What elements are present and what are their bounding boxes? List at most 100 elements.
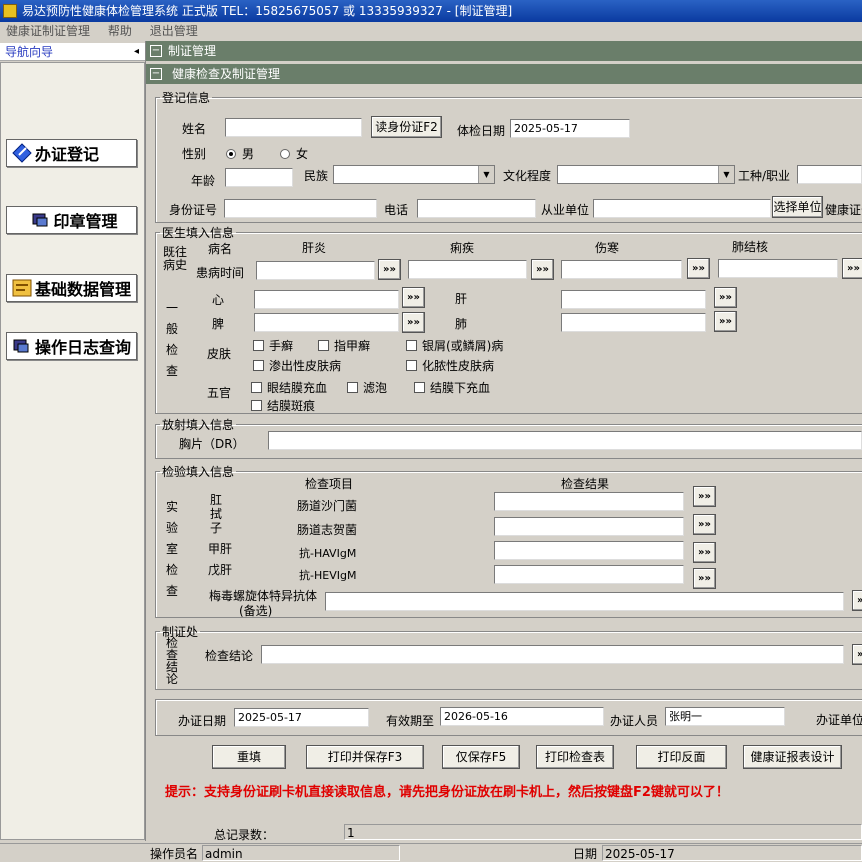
ethnic-select[interactable]: ▼ xyxy=(333,165,495,184)
education-select[interactable]: ▼ xyxy=(557,165,735,184)
menu-cert[interactable]: 健康证制证管理 xyxy=(6,24,90,38)
print-back-button[interactable]: 打印反面 xyxy=(636,745,727,769)
result-salmonella-input[interactable] xyxy=(494,492,684,511)
onset-tb-input[interactable] xyxy=(718,259,838,278)
more-button[interactable]: »» xyxy=(693,568,716,589)
checkbox-label: 手癣 xyxy=(269,339,294,353)
skin-onychomycosis-checkbox[interactable]: 指甲癣 xyxy=(318,337,370,354)
item-header: 检查项目 xyxy=(305,477,354,491)
log-icon xyxy=(11,336,33,356)
id-number-label: 身份证号 xyxy=(169,203,218,217)
onset-dysentery-input[interactable] xyxy=(408,260,527,279)
collapse-panel-icon[interactable]: − xyxy=(150,68,162,80)
date-value: 2025-05-17 xyxy=(602,845,862,861)
nav-header: 导航向导 ◂ xyxy=(0,43,145,61)
more-button[interactable]: »» xyxy=(402,312,425,333)
valid-until-input[interactable]: 2026-05-16 xyxy=(440,707,604,726)
menu-help[interactable]: 帮助 xyxy=(108,24,132,38)
heart-input[interactable] xyxy=(254,290,399,309)
more-button[interactable]: »» xyxy=(687,258,710,279)
read-id-button[interactable]: 读身份证F2 xyxy=(371,116,442,138)
nav-basedata-button[interactable]: 基础数据管理 xyxy=(6,274,137,302)
history-label: 既往病史 xyxy=(163,245,188,272)
nav-register-button[interactable]: 办证登记 xyxy=(6,139,137,167)
id-number-input[interactable] xyxy=(224,199,377,218)
onset-hepatitis-input[interactable] xyxy=(256,261,375,280)
more-button[interactable]: »» xyxy=(693,542,716,563)
more-button[interactable]: »» xyxy=(693,486,716,507)
job-input[interactable] xyxy=(797,165,862,184)
doctor-legend: 医生填入信息 xyxy=(162,226,235,240)
chest-input[interactable] xyxy=(268,431,862,450)
employer-input[interactable] xyxy=(593,199,771,218)
skin-psoriasis-checkbox[interactable]: 银屑(或鳞屑)病 xyxy=(406,337,503,354)
onset-typhoid-input[interactable] xyxy=(561,260,682,279)
collapse-tab-icon[interactable]: − xyxy=(150,45,162,57)
lab-legend: 检验填入信息 xyxy=(162,465,235,479)
more-button[interactable]: »» xyxy=(531,259,554,280)
disease-typhoid: 伤寒 xyxy=(595,241,620,255)
facial-scar-checkbox[interactable]: 结膜斑痕 xyxy=(251,397,315,414)
facial-subconjunctival-checkbox[interactable]: 结膜下充血 xyxy=(414,379,490,396)
name-input[interactable] xyxy=(225,118,362,137)
more-button[interactable]: »» xyxy=(693,514,716,535)
phone-input[interactable] xyxy=(417,199,536,218)
nav-log-button[interactable]: 操作日志查询 xyxy=(6,332,137,360)
tab-header: − 制证管理 xyxy=(146,41,862,61)
print-exam-button[interactable]: 打印检查表 xyxy=(536,745,614,769)
more-button[interactable]: »» xyxy=(714,287,737,308)
education-label: 文化程度 xyxy=(503,169,552,183)
total-label: 总记录数： xyxy=(214,828,275,842)
gender-female-radio[interactable]: 女 xyxy=(280,145,308,162)
item-hev: 抗-HEVIgM xyxy=(299,569,357,582)
more-button[interactable]: »» xyxy=(378,259,401,280)
result-hav-input[interactable] xyxy=(494,541,684,560)
facial-conjunctival-checkbox[interactable]: 眼结膜充血 xyxy=(251,379,327,396)
more-button[interactable]: »» xyxy=(852,644,862,665)
more-button[interactable]: »» xyxy=(842,258,862,279)
syphilis-input[interactable] xyxy=(325,592,844,611)
name-label: 姓名 xyxy=(182,122,207,136)
liver-input[interactable] xyxy=(561,290,706,309)
liver-label: 肝 xyxy=(455,292,468,306)
print-save-button[interactable]: 打印并保存F3 xyxy=(306,745,424,769)
collapse-icon[interactable]: ◂ xyxy=(134,43,139,61)
nav-seal-button[interactable]: 印章管理 xyxy=(6,206,137,234)
status-bar: 操作员名 admin 日期 2025-05-17 xyxy=(0,843,862,862)
officer-input[interactable]: 张明一 xyxy=(665,707,785,726)
age-label: 年龄 xyxy=(191,174,216,188)
skin-exudative-checkbox[interactable]: 渗出性皮肤病 xyxy=(253,357,341,374)
exam-date-input[interactable]: 2025-05-17 xyxy=(510,119,630,138)
hint-text: 提示：支持身份证刷卡机直接读取信息，请先把身份证放在刷卡机上，然后按键盘F2键就… xyxy=(165,785,729,800)
more-button[interactable]: »» xyxy=(402,287,425,308)
report-design-button[interactable]: 健康证报表设计 xyxy=(743,745,842,769)
reset-button[interactable]: 重填 xyxy=(212,745,286,769)
skin-purulent-checkbox[interactable]: 化脓性皮肤病 xyxy=(406,357,494,374)
menu-bar: 健康证制证管理 帮助 退出管理 xyxy=(0,22,862,41)
skin-tinea-manus-checkbox[interactable]: 手癣 xyxy=(253,337,293,354)
exam-date-label: 体检日期 xyxy=(457,124,506,138)
chevron-down-icon: ▼ xyxy=(478,166,494,183)
checkbox-label: 指甲癣 xyxy=(334,339,371,353)
more-button[interactable]: »» xyxy=(852,590,862,611)
checkbox-label: 滤泡 xyxy=(363,381,388,395)
onset-label: 患病时间 xyxy=(196,266,245,280)
spleen-input[interactable] xyxy=(254,313,399,332)
issue-date-input[interactable]: 2025-05-17 xyxy=(234,708,369,727)
menu-exit[interactable]: 退出管理 xyxy=(150,24,198,38)
choose-unit-button[interactable]: 选择单位 xyxy=(772,196,823,218)
more-button[interactable]: »» xyxy=(714,311,737,332)
chevron-down-icon: ▼ xyxy=(718,166,734,183)
age-input[interactable] xyxy=(225,168,293,187)
result-hev-input[interactable] xyxy=(494,565,684,584)
save-only-button[interactable]: 仅保存F5 xyxy=(442,745,520,769)
gender-male-radio[interactable]: 男 xyxy=(226,145,254,162)
facial-follicle-checkbox[interactable]: 滤泡 xyxy=(347,379,387,396)
result-header: 检查结果 xyxy=(561,477,610,491)
lung-input[interactable] xyxy=(561,313,706,332)
syphilis-note: (备选) xyxy=(239,604,273,618)
result-shigella-input[interactable] xyxy=(494,517,684,536)
xray-legend: 放射填入信息 xyxy=(162,418,235,432)
nav-header-label: 导航向导 xyxy=(5,45,54,59)
conclusion-input[interactable] xyxy=(261,645,844,664)
